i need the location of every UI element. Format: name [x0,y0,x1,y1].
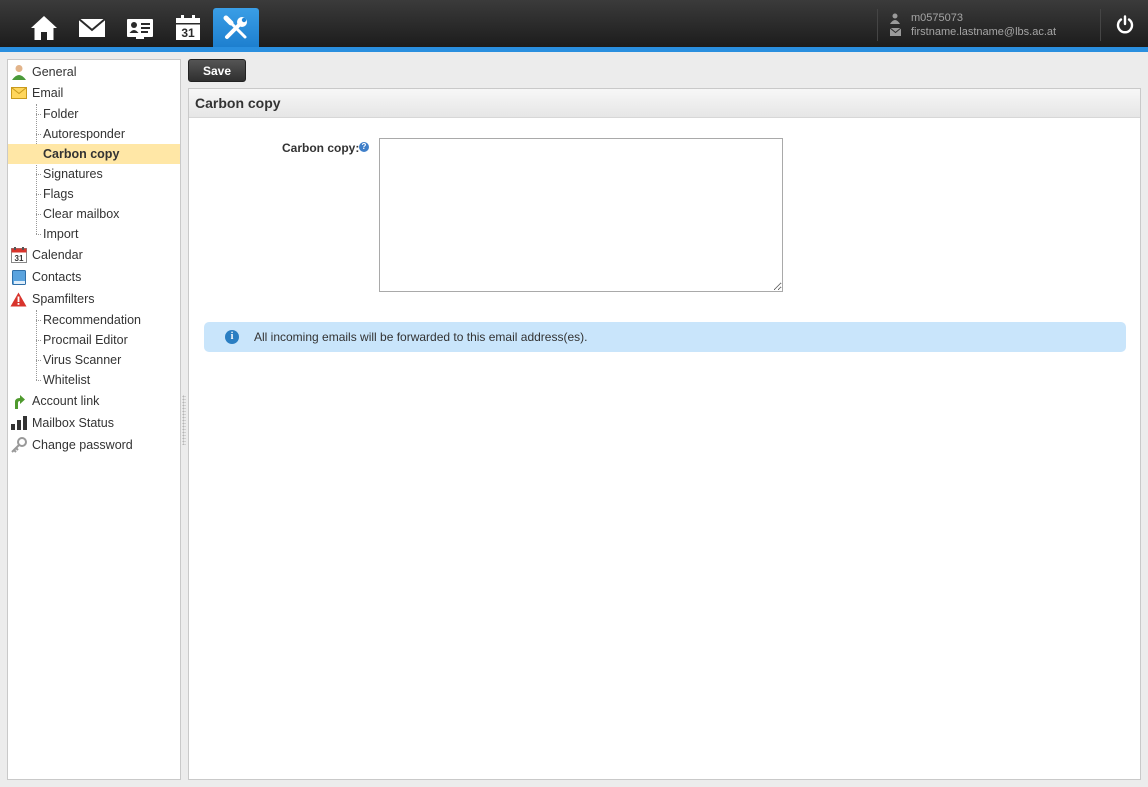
sidebar-item-label: Clear mailbox [43,207,120,221]
sidebar-item-signatures[interactable]: Signatures [8,164,180,184]
username-text: m0575073 [911,12,963,24]
contacts-button[interactable] [117,8,163,47]
calendar-small-icon: 31 [10,247,27,264]
power-icon [1116,15,1133,34]
calendar-small-icon-day: 31 [14,254,23,263]
sidebar-item-email[interactable]: Email [8,83,180,103]
sidebar-item-procmail-editor[interactable]: Procmail Editor [8,330,180,350]
sidebar-item-label: Virus Scanner [43,353,122,367]
sidebar-item-label: Carbon copy [43,147,120,161]
calendar-button[interactable]: 31 [165,8,211,47]
sidebar-item-label: Signatures [43,167,103,181]
sidebar-item-label: Folder [43,107,79,121]
sidebar-item-label: General [32,65,77,79]
contacts-card-icon [127,18,153,39]
user-email-text: firstname.lastname@lbs.ac.at [911,26,1057,38]
top-accent-line [0,47,1148,52]
sidebar-item-contacts[interactable]: Contacts [8,267,180,287]
help-icon[interactable]: ? [359,142,369,152]
sidebar-item-clear-mailbox[interactable]: Clear mailbox [8,204,180,224]
mail-button[interactable] [69,8,115,47]
save-button[interactable]: Save [188,59,246,82]
settings-tools-icon [223,15,247,39]
warning-icon [10,291,27,308]
sidebar-item-label: Procmail Editor [43,333,128,347]
sidebar-item-label: Contacts [32,270,82,284]
mail-icon [78,17,106,37]
user-info: m0575073 firstname.lastname@lbs.ac.at [877,9,1087,41]
sidebar-item-label: Whitelist [43,373,91,387]
info-message-text: All incoming emails will be forwarded to… [254,330,588,344]
settings-button[interactable] [213,8,259,47]
home-button[interactable] [21,8,67,47]
info-message: i All incoming emails will be forwarded … [204,322,1126,352]
home-icon [31,15,57,40]
link-arrow-icon [10,393,27,410]
sidebar-item-label: Recommendation [43,313,141,327]
sidebar-item-folder[interactable]: Folder [8,104,180,124]
sidebar-item-label: Change password [32,438,133,452]
sidebar-item-account-link[interactable]: Account link [8,391,180,411]
sidebar-item-flags[interactable]: Flags [8,184,180,204]
user-icon [889,12,901,24]
sidebar-item-calendar[interactable]: 31 Calendar [8,245,180,265]
bar-chart-icon [10,415,27,432]
sidebar-item-label: Spamfilters [32,292,95,306]
sidebar-item-label: Autoresponder [43,127,126,141]
carbon-copy-textarea[interactable] [379,138,783,292]
sidebar-item-label: Flags [43,187,74,201]
sidebar-item-label: Calendar [32,248,83,262]
carbon-copy-label: Carbon copy: [282,141,360,155]
logout-button[interactable] [1100,9,1148,41]
sidebar-item-label: Account link [32,394,100,408]
sidebar-item-general[interactable]: General [8,62,180,82]
sidebar-item-label: Mailbox Status [32,416,114,430]
panel-title: Carbon copy [189,89,1140,118]
address-book-icon [10,269,27,286]
info-icon: i [225,330,239,344]
sidebar-item-spamfilters[interactable]: Spamfilters [8,289,180,309]
sidebar-item-mailbox-status[interactable]: Mailbox Status [8,413,180,433]
sidebar-resize-handle[interactable] [182,395,186,445]
sidebar-item-label: Import [43,227,79,241]
sidebar-item-autoresponder[interactable]: Autoresponder [8,124,180,144]
sidebar-item-change-password[interactable]: Change password [8,435,180,455]
calendar-icon: 31 [176,14,200,40]
settings-sidebar: General Email Folder Autoresponder Carbo… [7,59,181,780]
sidebar-item-whitelist[interactable]: Whitelist [8,370,180,390]
sidebar-item-recommendation[interactable]: Recommendation [8,310,180,330]
user-green-icon [10,64,27,81]
sidebar-item-carbon-copy[interactable]: Carbon copy [8,144,180,164]
carbon-copy-panel: Carbon copy Carbon copy: ? i All incomin… [188,88,1141,780]
envelope-yellow-icon [10,85,27,102]
calendar-icon-day: 31 [181,26,195,40]
key-icon [10,437,27,454]
sidebar-item-import[interactable]: Import [8,224,180,244]
top-navigation-bar: 31 m0575073 firstname.lastname@lbs.ac.at [0,0,1148,47]
envelope-icon [889,26,901,38]
sidebar-item-virus-scanner[interactable]: Virus Scanner [8,350,180,370]
sidebar-item-label: Email [32,86,64,100]
